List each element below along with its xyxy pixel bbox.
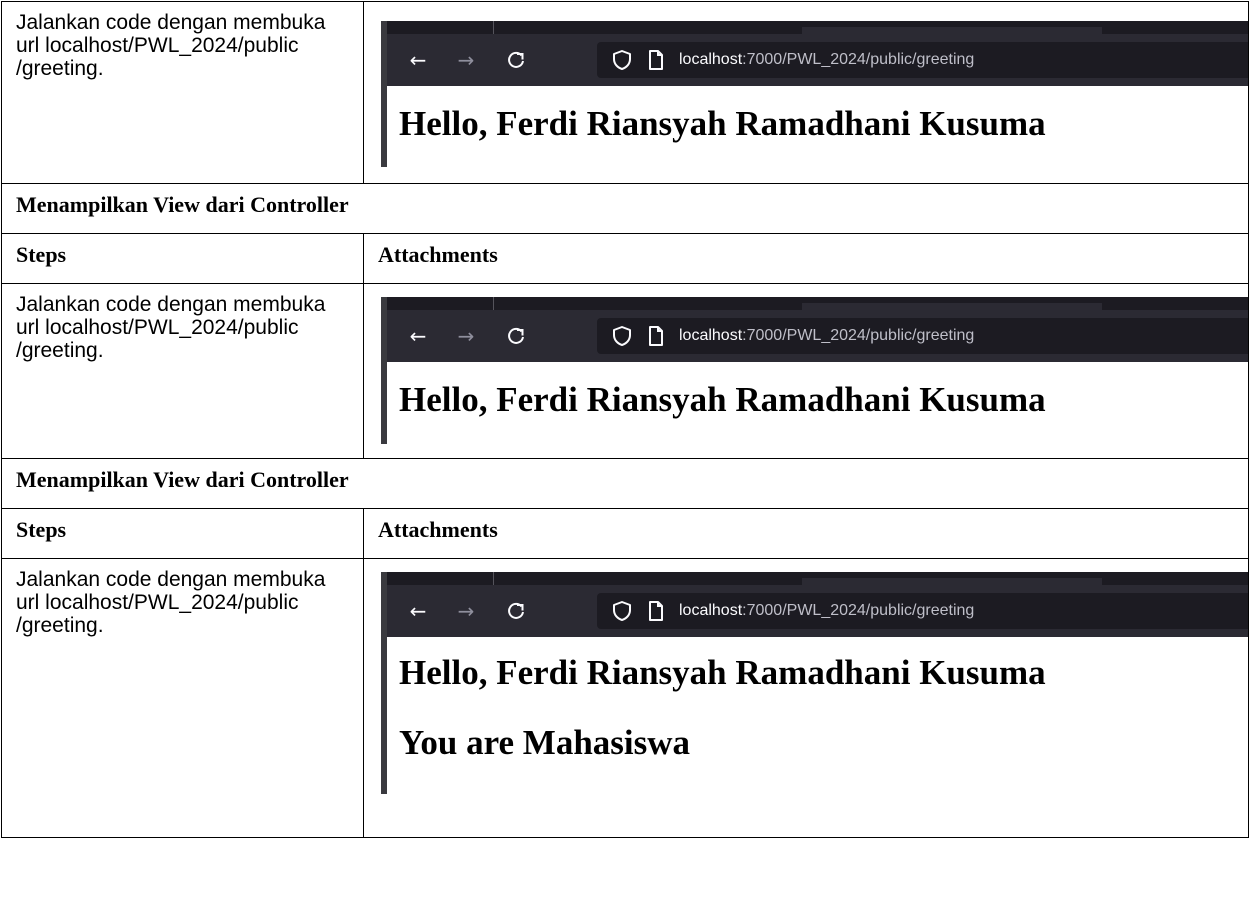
tab-strip (387, 297, 1248, 310)
section-title: Menampilkan View dari Controller (16, 467, 349, 492)
greeting-heading: Hello, Ferdi Riansyah Ramadhani Kusuma (399, 653, 1046, 692)
arrow-right-icon: → (457, 48, 475, 72)
greeting-heading: Hello, Ferdi Riansyah Ramadhani Kusuma (399, 380, 1046, 419)
browser-toolbar: ← → localhost:7000/PWL_2024/public/greet… (387, 34, 1248, 86)
header-cell: Steps (1, 233, 364, 284)
steps-cell: Jalankan code dengan membuka url localho… (1, 558, 364, 838)
shield-icon (613, 326, 631, 346)
table-row: Menampilkan View dari Controller (1, 458, 1249, 509)
table-row: Jalankan code dengan membuka url localho… (1, 1, 1249, 184)
attachments-cell: ← → localhost:7000/PWL_2024/public/greet… (363, 283, 1249, 459)
steps-header: Steps (16, 517, 67, 542)
role-heading: You are Mahasiswa (399, 723, 691, 762)
step-text: Jalankan code dengan membuka url localho… (16, 568, 326, 637)
attachments-cell: ← → localhost:7000/PWL_2024/public/greet… (363, 1, 1249, 184)
shield-icon (613, 50, 631, 70)
greeting-heading: Hello, Ferdi Riansyah Ramadhani Kusuma (399, 104, 1046, 143)
browser-toolbar: ← → localhost:7000/PWL_2024/public/greet… (387, 310, 1248, 362)
arrow-left-icon: ← (409, 324, 427, 348)
table-row: Jalankan code dengan membuka url localho… (1, 283, 1249, 459)
header-cell: Steps (1, 508, 364, 559)
attachments-cell: ← → localhost:7000/PWL_2024/public/greet… (363, 558, 1249, 838)
page-icon (649, 50, 663, 70)
attachments-header: Attachments (378, 517, 498, 542)
browser-screenshot: ← → localhost:7000/PWL_2024/public/greet… (381, 572, 1248, 794)
arrow-right-icon: → (457, 599, 475, 623)
table-row: Steps Attachments (1, 508, 1249, 559)
shield-icon (613, 601, 631, 621)
section-title-cell: Menampilkan View dari Controller (1, 183, 1249, 234)
url-bar: localhost:7000/PWL_2024/public/greeting (597, 318, 1248, 354)
browser-screenshot: ← → localhost:7000/PWL_2024/public/greet… (381, 21, 1248, 167)
url-text: localhost:7000/PWL_2024/public/greeting (679, 327, 975, 344)
tab-strip (387, 21, 1248, 34)
reload-icon (501, 585, 531, 637)
url-text: localhost:7000/PWL_2024/public/greeting (679, 51, 975, 68)
table-row: Menampilkan View dari Controller (1, 183, 1249, 234)
reload-icon (501, 310, 531, 362)
tab-strip (387, 572, 1248, 585)
steps-header: Steps (16, 242, 67, 267)
attachments-header: Attachments (378, 242, 498, 267)
reload-icon (501, 34, 531, 86)
url-text: localhost:7000/PWL_2024/public/greeting (679, 602, 975, 619)
steps-table: Jalankan code dengan membuka url localho… (1, 1, 1249, 838)
url-bar: localhost:7000/PWL_2024/public/greeting (597, 42, 1248, 78)
arrow-right-icon: → (457, 324, 475, 348)
url-bar: localhost:7000/PWL_2024/public/greeting (597, 593, 1248, 629)
step-text: Jalankan code dengan membuka url localho… (16, 293, 326, 362)
section-title: Menampilkan View dari Controller (16, 192, 349, 217)
section-title-cell: Menampilkan View dari Controller (1, 458, 1249, 509)
table-row: Steps Attachments (1, 233, 1249, 284)
step-text: Jalankan code dengan membuka url localho… (16, 11, 326, 80)
arrow-left-icon: ← (409, 599, 427, 623)
header-cell: Attachments (363, 508, 1249, 559)
steps-cell: Jalankan code dengan membuka url localho… (1, 1, 364, 184)
header-cell: Attachments (363, 233, 1249, 284)
page-icon (649, 326, 663, 346)
browser-screenshot: ← → localhost:7000/PWL_2024/public/greet… (381, 297, 1248, 444)
arrow-left-icon: ← (409, 48, 427, 72)
browser-toolbar: ← → localhost:7000/PWL_2024/public/greet… (387, 585, 1248, 637)
page-icon (649, 601, 663, 621)
table-row: Jalankan code dengan membuka url localho… (1, 558, 1249, 838)
steps-cell: Jalankan code dengan membuka url localho… (1, 283, 364, 459)
